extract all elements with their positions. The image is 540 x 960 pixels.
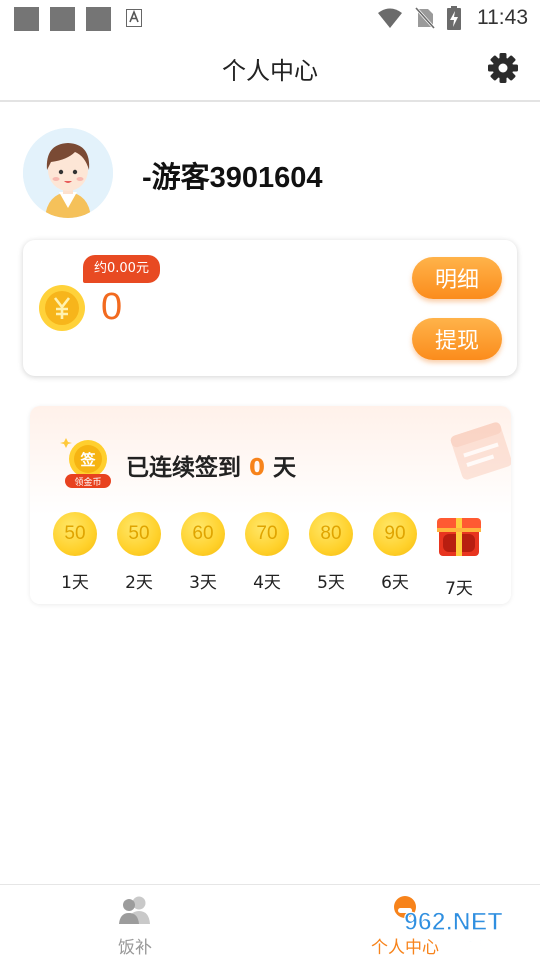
gear-icon[interactable] — [486, 51, 520, 85]
signin-title: 已连续签到 0 天 — [126, 448, 296, 482]
signin-title-suffix: 天 — [273, 455, 297, 481]
watermark-text: 962.NET — [404, 908, 503, 936]
signin-day[interactable]: 50 2天 — [114, 512, 164, 593]
reward-coin: 90 — [373, 512, 417, 556]
day-label: 2天 — [125, 573, 153, 593]
gold-coin-icon — [39, 285, 85, 331]
avatar[interactable] — [23, 128, 113, 218]
avatar-illustration — [23, 128, 113, 218]
detail-button[interactable]: 明细 — [412, 257, 502, 299]
sign-icon-text: 签 — [79, 451, 96, 469]
watermark-subtext: 乐游网 — [462, 937, 510, 956]
wifi-icon — [378, 8, 402, 28]
signin-day[interactable]: 80 5天 — [306, 512, 356, 593]
day-label: 4天 — [253, 573, 281, 593]
screen: 11:43 个人中心 -游客3901604 0 约0.00元 明细 提现 签 领… — [0, 0, 540, 960]
page-title: 个人中心 — [222, 57, 318, 85]
day-label: 6天 — [381, 573, 409, 593]
username: -游客3901604 — [142, 162, 323, 194]
status-icons: 11:43 — [377, 4, 528, 32]
signin-card: 签 领金币 已连续签到 0 天 50 1天 50 2天 60 3天 70 4天 … — [30, 406, 511, 604]
signin-day-count: 0 — [249, 455, 266, 481]
day-label: 7天 — [445, 579, 473, 599]
calendar-icon — [450, 422, 511, 480]
wallet-card: 0 约0.00元 明细 提现 — [23, 240, 517, 376]
coin-balance: 0 — [101, 286, 123, 328]
keyboard-a-icon — [126, 9, 142, 27]
reward-coin: 50 — [117, 512, 161, 556]
notification-icon — [86, 7, 111, 31]
signin-day[interactable]: 90 6天 — [370, 512, 420, 593]
nav-label: 饭补 — [118, 938, 152, 958]
signin-title-prefix: 已连续签到 — [126, 455, 241, 481]
reward-coin: 80 — [309, 512, 353, 556]
day-label: 5天 — [317, 573, 345, 593]
clock: 11:43 — [477, 6, 528, 29]
withdraw-button[interactable]: 提现 — [412, 318, 502, 360]
signin-days-row: 50 1天 50 2天 60 3天 70 4天 80 5天 90 6天 7天 — [50, 512, 498, 599]
signin-day[interactable]: 7天 — [434, 512, 484, 599]
signin-day[interactable]: 50 1天 — [50, 512, 100, 593]
no-sim-icon — [415, 7, 435, 29]
signin-day[interactable]: 70 4天 — [242, 512, 292, 593]
battery-charging-icon — [447, 6, 461, 30]
users-icon — [119, 896, 150, 924]
reward-coin: 70 — [245, 512, 289, 556]
status-bar: 11:43 — [0, 0, 540, 36]
watermark-logo: 962.NET 乐游网 — [403, 907, 510, 956]
sign-icon-tag: 领金币 — [74, 476, 101, 488]
reward-coin: 50 — [53, 512, 97, 556]
header: 个人中心 — [0, 36, 540, 102]
notification-icon — [14, 7, 39, 31]
sign-in-coin-icon: 签 领金币 — [60, 438, 111, 488]
nav-item-food-subsidy[interactable]: 饭补 — [85, 895, 185, 958]
day-label: 1天 — [61, 573, 89, 593]
signin-day[interactable]: 60 3天 — [178, 512, 228, 593]
reward-coin: 60 — [181, 512, 225, 556]
day-label: 3天 — [189, 573, 217, 593]
notification-icon — [50, 7, 75, 31]
estimate-badge: 约0.00元 — [83, 255, 160, 283]
gift-box-icon — [437, 518, 481, 556]
